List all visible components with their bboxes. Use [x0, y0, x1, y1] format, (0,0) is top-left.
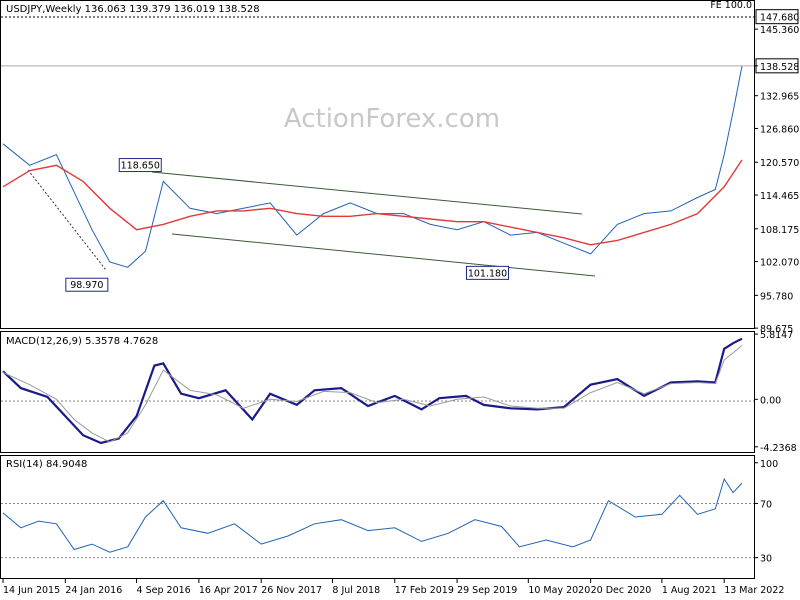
x-tick-label: 26 Nov 2017	[261, 585, 322, 596]
annotation-label: 98.970	[70, 280, 103, 291]
rsi-panel-title: RSI(14) 84.9048	[6, 459, 87, 470]
x-tick-label: 1 Aug 2021	[662, 585, 717, 596]
x-tick-label: 16 Apr 2017	[199, 585, 258, 596]
x-tick-label: 14 Jun 2015	[3, 585, 60, 596]
watermark: ActionForex.com	[284, 104, 500, 134]
x-tick-label: 4 Sep 2016	[137, 585, 191, 596]
rsi-y-tick-label: 30	[760, 554, 772, 565]
annotation-label: 101.180	[468, 268, 507, 279]
price-y-tick-label: 108.175	[760, 225, 799, 236]
x-tick-label: 24 Jan 2016	[65, 585, 122, 596]
price-y-tick-label: 126.860	[760, 124, 799, 135]
price-y-tick-label: 145.360	[760, 25, 799, 36]
x-tick-label: 17 Feb 2019	[395, 585, 454, 596]
x-tick-label: 13 Mar 2022	[724, 585, 784, 596]
price-y-tick-label: 114.465	[760, 191, 799, 202]
price-y-tick-label: 132.965	[760, 92, 799, 103]
macd-panel-frame	[0, 331, 755, 453]
x-tick-label: 20 Dec 2020	[591, 585, 652, 596]
chart-root: ActionForex.com USDJPY,Weekly 136.063 13…	[0, 0, 799, 596]
rsi-panel-frame	[0, 455, 755, 579]
annotation-label: 118.650	[121, 161, 160, 172]
price-panel-title: USDJPY,Weekly 136.063 139.379 136.019 13…	[6, 4, 260, 15]
macd-y-tick-label: -4.2368	[760, 443, 797, 454]
x-tick-label: 8 Jul 2018	[332, 585, 380, 596]
fe-label: FE 100.0	[710, 0, 752, 11]
price-y-tick-label: 102.070	[760, 258, 799, 269]
price-y-tick-label: 95.780	[760, 291, 793, 302]
rsi-y-tick-label: 100	[760, 459, 778, 470]
rsi-y-tick-label: 70	[760, 499, 772, 510]
macd-y-tick-label: 5.8147	[760, 330, 793, 341]
x-tick-label: 29 Sep 2019	[457, 585, 517, 596]
level-badge-label: 147.680	[760, 13, 799, 24]
price-y-tick-label: 120.570	[760, 158, 799, 169]
macd-y-tick-label: 0.00	[760, 395, 781, 406]
x-tick-label: 10 May 2020	[528, 585, 590, 596]
macd-panel-title: MACD(12,26,9) 5.3578 4.7628	[6, 336, 158, 347]
price-y-tick-label: 138.528	[760, 62, 799, 73]
price-panel-frame	[0, 0, 755, 329]
